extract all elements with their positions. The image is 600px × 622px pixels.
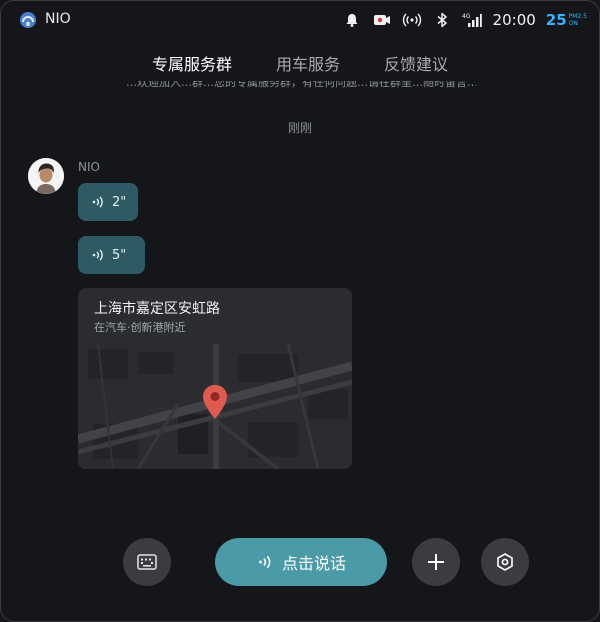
wireless-signal-icon[interactable] — [399, 9, 425, 31]
bell-icon[interactable] — [339, 9, 365, 31]
plus-icon — [428, 554, 444, 570]
aqi-label-bottom: ON — [568, 20, 578, 27]
tab-bar: 专属服务群 用车服务 反馈建议 — [1, 51, 599, 75]
person-avatar-icon — [28, 158, 64, 194]
aqi-indicator[interactable]: 25 PM2.5 ON — [546, 11, 587, 29]
status-icons: 4G 20:00 25 PM2.5 ON — [335, 9, 587, 31]
message-timestamp: 刚刚 — [287, 121, 312, 135]
sender-name: NIO — [78, 160, 100, 174]
tab-feedback[interactable]: 反馈建议 — [384, 51, 448, 75]
network-type-label: 4G — [462, 13, 471, 20]
voice-duration: 5" — [112, 247, 127, 263]
keyboard-icon — [137, 554, 157, 570]
voice-wave-icon — [92, 249, 103, 261]
avatar[interactable] — [28, 158, 64, 194]
talk-button-label: 点击说话 — [281, 554, 346, 573]
bluetooth-icon[interactable] — [429, 9, 455, 31]
map-pin-icon — [203, 385, 227, 419]
aqi-label: PM2.5 ON — [569, 13, 587, 27]
location-subtitle: 在汽车·创新港附近 — [94, 321, 186, 334]
scrolled-message-fragment: …欢迎加入…群…您的专属服务群，有任何问题…请在群里…随时留言… — [126, 81, 476, 93]
status-bar: NIO 4G 20:00 25 PM2.5 ON — [1, 1, 599, 39]
add-button[interactable] — [412, 538, 460, 586]
scrolled-message-text: …欢迎加入…群…您的专属服务群，有任何问题…请在群里…随时留言… — [126, 81, 476, 89]
app-window: NIO 4G 20:00 25 PM2.5 ON 专属服务群 用车服务 反馈建议… — [0, 0, 600, 622]
tab-car-service[interactable]: 用车服务 — [276, 51, 340, 75]
nio-logo-icon — [20, 12, 36, 28]
aqi-value: 25 — [545, 11, 567, 29]
tab-service-group[interactable]: 专属服务群 — [152, 51, 232, 75]
voice-wave-icon — [259, 555, 271, 569]
status-app-name: NIO — [45, 11, 71, 27]
location-title: 上海市嘉定区安虹路 — [94, 301, 220, 317]
location-map-preview[interactable] — [78, 343, 352, 469]
voice-message[interactable]: 5" — [78, 236, 145, 274]
voice-message[interactable]: 2" — [78, 183, 138, 221]
hexagon-settings-icon — [497, 553, 513, 571]
keyboard-button[interactable] — [123, 538, 171, 586]
aqi-label-top: PM2.5 — [568, 13, 587, 20]
4g-signal-icon: 4G — [459, 9, 485, 31]
hold-to-talk-button[interactable]: 点击说话 — [215, 538, 387, 586]
location-message-card[interactable]: 上海市嘉定区安虹路 在汽车·创新港附近 — [78, 288, 352, 469]
status-time: 20:00 — [492, 11, 536, 29]
voice-wave-icon — [92, 196, 103, 208]
voice-duration: 2" — [112, 194, 127, 210]
camera-record-icon[interactable] — [369, 9, 395, 31]
settings-button[interactable] — [481, 538, 529, 586]
